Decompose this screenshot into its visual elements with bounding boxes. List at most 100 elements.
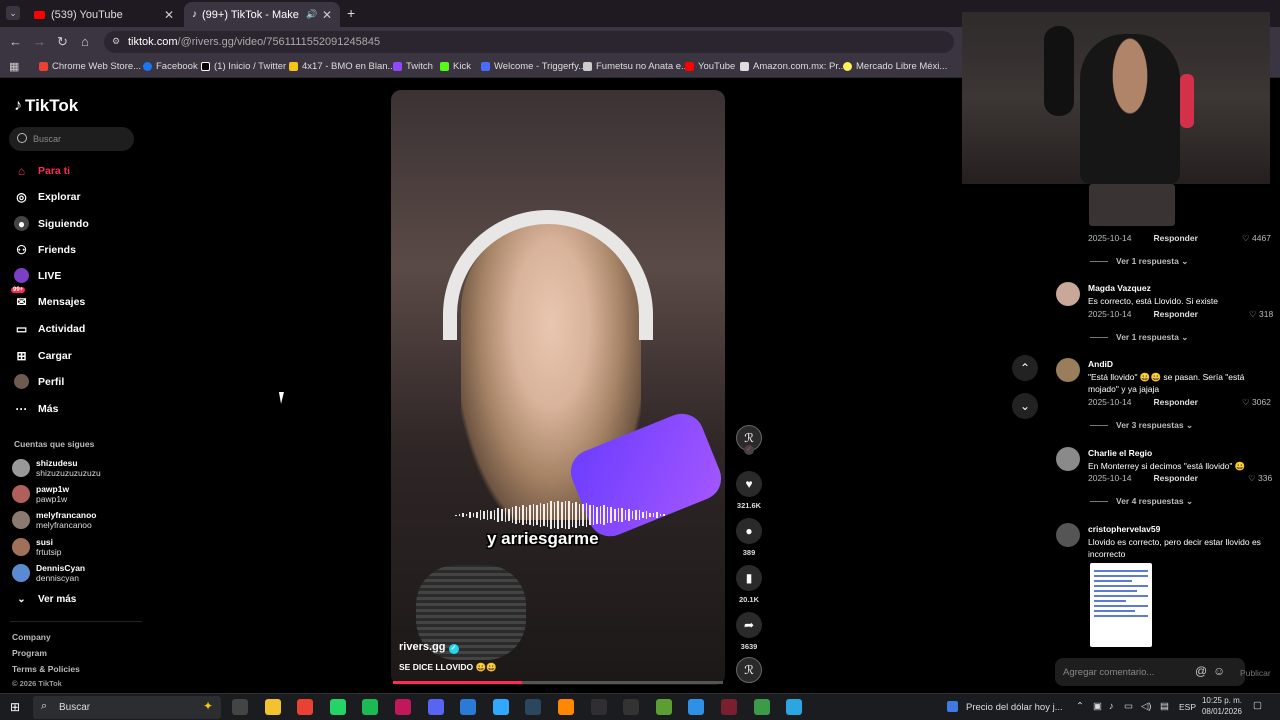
whatsapp-icon[interactable]	[329, 699, 346, 715]
speaker-icon[interactable]: 🔊	[306, 9, 317, 20]
bookmark-item[interactable]: Kick	[440, 61, 471, 72]
epic-icon[interactable]	[623, 699, 640, 715]
new-tab-icon[interactable]: +	[347, 5, 355, 21]
clock-date[interactable]: 08/01/2026	[1200, 707, 1242, 716]
bookmark-item[interactable]: Amazon.com.mx: Pr...	[740, 61, 846, 72]
footer-terms[interactable]: Terms & Policies	[12, 664, 80, 674]
emoji-icon[interactable]: ☺	[1213, 664, 1225, 678]
previous-video-button[interactable]: ⌃	[1012, 355, 1038, 381]
mention-icon[interactable]: @	[1195, 664, 1207, 678]
reply-button[interactable]: Responder	[1153, 473, 1197, 483]
video-player[interactable]	[391, 90, 725, 685]
nav-cargar[interactable]: ⊞ Cargar	[14, 348, 71, 363]
footer-company[interactable]: Company	[12, 632, 51, 642]
back-icon[interactable]: ←	[9, 34, 22, 49]
comment-input[interactable]: Agregar comentario... @ ☺	[1055, 658, 1245, 686]
photoshop-icon[interactable]	[492, 699, 509, 715]
comment-author[interactable]: Charlie el Regio	[1088, 448, 1152, 458]
language-indicator[interactable]: ESP	[1179, 702, 1196, 712]
comment-author[interactable]: Magda Vazquez	[1088, 283, 1151, 293]
close-icon[interactable]: ✕	[322, 8, 332, 22]
see-more-button[interactable]: ⌄ Ver más	[14, 592, 76, 607]
steam-icon[interactable]	[525, 699, 542, 715]
bookmark-button[interactable]: ▮ 20.1K	[736, 565, 762, 604]
following-account[interactable]: susi frtutsip	[12, 537, 62, 557]
comment-button[interactable]: ● 389	[736, 518, 762, 557]
share-button[interactable]: ➦ 3639	[736, 612, 762, 651]
apps-grid-icon[interactable]: ▦	[9, 60, 19, 73]
address-bar[interactable]: ⚙ tiktok.com /@rivers.gg/video/756111155…	[104, 31, 954, 53]
bookmark-item[interactable]: Fumetsu no Anata e...	[583, 61, 689, 72]
nav-live[interactable]: LIVE	[14, 268, 61, 283]
obs-icon[interactable]	[590, 699, 607, 715]
visual-icon[interactable]	[460, 699, 477, 715]
tiktok-logo[interactable]: ♪ TikTok	[14, 96, 78, 116]
reply-button[interactable]: Responder	[1153, 397, 1197, 407]
avatar[interactable]	[1056, 523, 1080, 547]
footer-program[interactable]: Program	[12, 648, 47, 658]
spotify-icon[interactable]	[362, 699, 379, 715]
home-icon[interactable]: ⌂	[81, 34, 89, 49]
nav-explorar[interactable]: ◎ Explorar	[14, 189, 80, 204]
following-account[interactable]: melyfrancanoo melyfrancanoo	[12, 510, 96, 530]
bookmark-item[interactable]: Facebook	[143, 61, 198, 72]
explorer-icon[interactable]	[264, 699, 281, 715]
bookmark-item[interactable]: Twitch	[393, 61, 433, 72]
close-icon[interactable]: ✕	[164, 8, 174, 22]
view-replies-button[interactable]: Ver 3 respuestas ⌄	[1090, 420, 1193, 431]
avatar[interactable]	[1056, 282, 1080, 306]
app3-icon[interactable]	[688, 699, 705, 715]
bookmark-item[interactable]: Chrome Web Store...	[39, 61, 141, 72]
bookmark-item[interactable]: Mercado Libre Méxi...	[843, 61, 947, 72]
comment-like[interactable]: ♡ 318	[1249, 309, 1273, 320]
bookmark-item[interactable]: (1) Inicio / Twitter	[201, 61, 286, 72]
comment-like[interactable]: ♡ 336	[1248, 473, 1272, 484]
task-view-icon[interactable]	[232, 699, 248, 715]
site-info-icon[interactable]: ⚙	[112, 36, 120, 47]
clock-time[interactable]: 10:25 p. m.	[1200, 696, 1242, 705]
app4-icon[interactable]	[721, 699, 737, 715]
following-account[interactable]: DennisCyan denniscyan	[12, 563, 85, 583]
tab-search-icon[interactable]: ⌄	[6, 6, 20, 20]
bookmark-item[interactable]: Welcome - Triggerfy...	[481, 61, 586, 72]
avatar[interactable]	[1056, 358, 1080, 382]
app5-icon[interactable]	[753, 699, 770, 715]
sound-button[interactable]: ℛ	[736, 657, 762, 683]
comment-like[interactable]: ♡ 4467	[1242, 233, 1271, 244]
nav-friends[interactable]: ⚇ Friends	[14, 242, 76, 257]
bookmark-item[interactable]: 4x17 - BMO en Blan...	[289, 61, 395, 72]
comment-author[interactable]: cristopherveIav59	[1088, 524, 1160, 534]
minecraft-icon[interactable]	[655, 699, 672, 715]
publish-button[interactable]: Publicar	[1240, 668, 1271, 678]
nav-perfil[interactable]: Perfil	[14, 374, 64, 389]
search-input[interactable]: Buscar	[9, 127, 134, 151]
discord-icon[interactable]	[427, 699, 444, 715]
nav-mas[interactable]: ··· Más	[14, 401, 59, 416]
network-icon[interactable]: ▤	[1160, 701, 1169, 712]
comment-author[interactable]: AndiD	[1088, 359, 1113, 369]
news-widget[interactable]: Precio del dólar hoy j...	[966, 702, 1063, 713]
reply-button[interactable]: Responder	[1153, 309, 1197, 319]
news-icon[interactable]	[947, 701, 958, 712]
notifications-icon[interactable]: ▢	[1253, 700, 1262, 711]
app2-icon[interactable]	[558, 699, 574, 715]
forward-icon[interactable]: →	[33, 34, 46, 49]
microphone-icon[interactable]: ♪	[1109, 701, 1114, 712]
tab-youtube[interactable]: (539) YouTube ✕	[26, 2, 182, 27]
video-progress[interactable]	[393, 681, 723, 684]
nav-para-ti[interactable]: ⌂ Para ti	[14, 163, 70, 178]
like-button[interactable]: ♥ 321.6K	[736, 471, 762, 510]
edge-icon[interactable]	[786, 699, 803, 715]
reload-icon[interactable]: ↻	[57, 34, 68, 50]
video-author[interactable]: rivers.gg ✓	[399, 641, 459, 654]
following-account[interactable]: shizudesu shizuzuzuzuzuzu	[12, 458, 101, 478]
view-replies-button[interactable]: Ver 1 respuesta ⌄	[1090, 332, 1188, 343]
comment-attachment-image[interactable]	[1090, 563, 1152, 647]
volume-icon[interactable]: ◁)	[1141, 701, 1151, 712]
app-icon[interactable]	[395, 699, 411, 715]
taskbar-search[interactable]: ⌕ Buscar ✦	[33, 696, 221, 719]
following-account[interactable]: pawp1w pawp1w	[12, 484, 69, 504]
app-tray-icon[interactable]: ▣	[1093, 701, 1102, 712]
next-video-button[interactable]: ⌄	[1012, 393, 1038, 419]
battery-icon[interactable]: ▭	[1124, 701, 1133, 712]
